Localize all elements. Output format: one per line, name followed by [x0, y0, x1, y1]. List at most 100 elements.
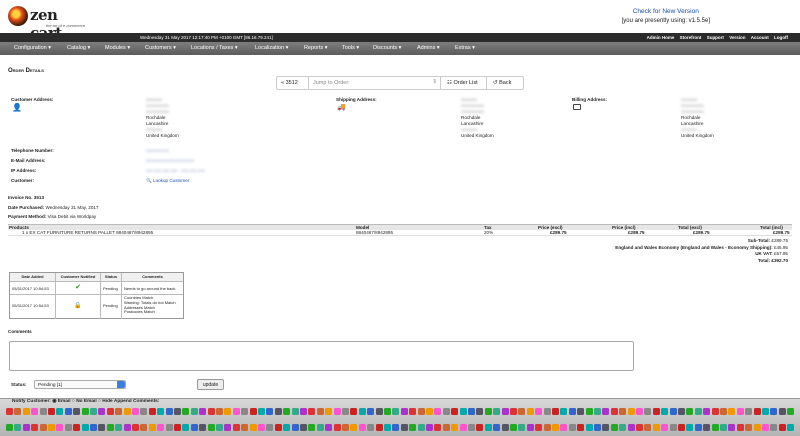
dock-app-icon[interactable] — [274, 424, 282, 431]
dock-app-icon[interactable] — [148, 424, 156, 431]
dock-app-icon[interactable] — [190, 408, 198, 415]
dock-app-icon[interactable] — [224, 424, 232, 431]
dock-app-icon[interactable] — [720, 424, 727, 431]
dock-app-icon[interactable] — [728, 424, 736, 431]
dock-app-icon[interactable] — [115, 424, 123, 431]
dock-app-icon[interactable] — [39, 408, 47, 415]
menu-discounts[interactable]: Discounts ▾ — [373, 45, 401, 51]
dock-app-icon[interactable] — [157, 408, 165, 415]
dock-app-icon[interactable] — [31, 408, 39, 415]
dock-app-icon[interactable] — [510, 424, 517, 431]
dock-app-icon[interactable] — [770, 424, 778, 431]
dock-app-icon[interactable] — [216, 408, 223, 415]
lookup-customer-link[interactable]: 🔍 Lookup Customer — [146, 178, 189, 184]
dock-app-icon[interactable] — [753, 424, 761, 431]
dock-app-icon[interactable] — [291, 424, 299, 431]
dock-app-icon[interactable] — [577, 408, 585, 415]
dock-app-icon[interactable] — [762, 408, 769, 415]
dock-app-icon[interactable] — [476, 408, 484, 415]
dock-app-icon[interactable] — [207, 424, 215, 431]
ip-value[interactable]: xxx.xxx.xxx.xxx - xxx.xxx.xxx — [146, 168, 205, 173]
dock-app-icon[interactable] — [543, 408, 551, 415]
dock-app-icon[interactable] — [283, 424, 291, 431]
dock-app-icon[interactable] — [778, 424, 786, 431]
dock-app-icon[interactable] — [241, 424, 249, 431]
dock-app-icon[interactable] — [778, 408, 786, 415]
dock-app-icon[interactable] — [375, 424, 383, 431]
dock-app-icon[interactable] — [48, 408, 55, 415]
dock-app-icon[interactable] — [510, 408, 517, 415]
dock-app-icon[interactable] — [476, 424, 484, 431]
menu-tools[interactable]: Tools ▾ — [342, 45, 359, 51]
dock-app-icon[interactable] — [148, 408, 156, 415]
dock-app-icon[interactable] — [274, 408, 282, 415]
dock-app-icon[interactable] — [577, 424, 585, 431]
dock-app-icon[interactable] — [384, 424, 391, 431]
dock-app-icon[interactable] — [308, 408, 316, 415]
dock-app-icon[interactable] — [627, 424, 635, 431]
dock-app-icon[interactable] — [367, 408, 375, 415]
dock-app-icon[interactable] — [787, 408, 795, 415]
dock-app-icon[interactable] — [249, 424, 257, 431]
dock-app-icon[interactable] — [694, 408, 702, 415]
dock-app-icon[interactable] — [224, 408, 232, 415]
dock-app-icon[interactable] — [484, 424, 492, 431]
dock-app-icon[interactable] — [762, 424, 769, 431]
dock-app-icon[interactable] — [468, 424, 475, 431]
dock-app-icon[interactable] — [644, 424, 652, 431]
dock-app-icon[interactable] — [518, 408, 526, 415]
dock-app-icon[interactable] — [619, 424, 627, 431]
dock-app-icon[interactable] — [48, 424, 55, 431]
admin-home-link[interactable]: Admin Home — [647, 35, 675, 40]
dock-app-icon[interactable] — [14, 408, 22, 415]
dock-app-icon[interactable] — [745, 424, 753, 431]
dock-app-icon[interactable] — [56, 408, 64, 415]
dock-app-icon[interactable] — [417, 424, 425, 431]
dock-app-icon[interactable] — [669, 424, 677, 431]
dock-app-icon[interactable] — [652, 408, 660, 415]
dock-app-icon[interactable] — [703, 424, 711, 431]
status-select[interactable]: Pending [1] — [34, 380, 126, 389]
dock-app-icon[interactable] — [493, 424, 501, 431]
dock-app-icon[interactable] — [585, 408, 593, 415]
update-button[interactable]: update — [197, 379, 224, 390]
dock-app-icon[interactable] — [610, 408, 618, 415]
menu-localization[interactable]: Localization ▾ — [255, 45, 288, 51]
dock-app-icon[interactable] — [434, 408, 442, 415]
dock-app-icon[interactable] — [686, 408, 694, 415]
dock-app-icon[interactable] — [535, 408, 543, 415]
dock-app-icon[interactable] — [266, 424, 274, 431]
dock-app-icon[interactable] — [644, 408, 652, 415]
dock-app-icon[interactable] — [720, 408, 727, 415]
dock-app-icon[interactable] — [174, 408, 181, 415]
dock-app-icon[interactable] — [501, 424, 509, 431]
menu-customers[interactable]: Customers ▾ — [145, 45, 176, 51]
dock-app-icon[interactable] — [266, 408, 274, 415]
dock-app-icon[interactable] — [451, 408, 459, 415]
dock-app-icon[interactable] — [199, 408, 207, 415]
menu-admins[interactable]: Admins ▾ — [417, 45, 440, 51]
dock-app-icon[interactable] — [367, 424, 375, 431]
dock-app-icon[interactable] — [602, 408, 610, 415]
telephone-value[interactable]: xxxxxxxxxx — [146, 148, 169, 153]
dock-app-icon[interactable] — [115, 408, 123, 415]
dock-app-icon[interactable] — [426, 424, 433, 431]
dock-app-icon[interactable] — [358, 408, 366, 415]
dock-app-icon[interactable] — [123, 424, 131, 431]
dock-app-icon[interactable] — [157, 424, 165, 431]
dock-app-icon[interactable] — [165, 408, 173, 415]
dock-app-icon[interactable] — [392, 408, 400, 415]
dock-app-icon[interactable] — [90, 424, 97, 431]
dock-app-icon[interactable] — [526, 408, 534, 415]
dock-app-icon[interactable] — [6, 424, 13, 431]
dock-app-icon[interactable] — [711, 408, 719, 415]
dock-app-icon[interactable] — [64, 408, 72, 415]
dock-app-icon[interactable] — [535, 424, 543, 431]
account-link[interactable]: Account — [751, 35, 769, 40]
dock-app-icon[interactable] — [518, 424, 526, 431]
menu-reports[interactable]: Reports ▾ — [304, 45, 328, 51]
dock-app-icon[interactable] — [258, 424, 265, 431]
email-value[interactable]: xxxxxxxxxxxxxxxxxxxxx — [146, 158, 194, 163]
dock-app-icon[interactable] — [375, 408, 383, 415]
dock-app-icon[interactable] — [6, 408, 13, 415]
